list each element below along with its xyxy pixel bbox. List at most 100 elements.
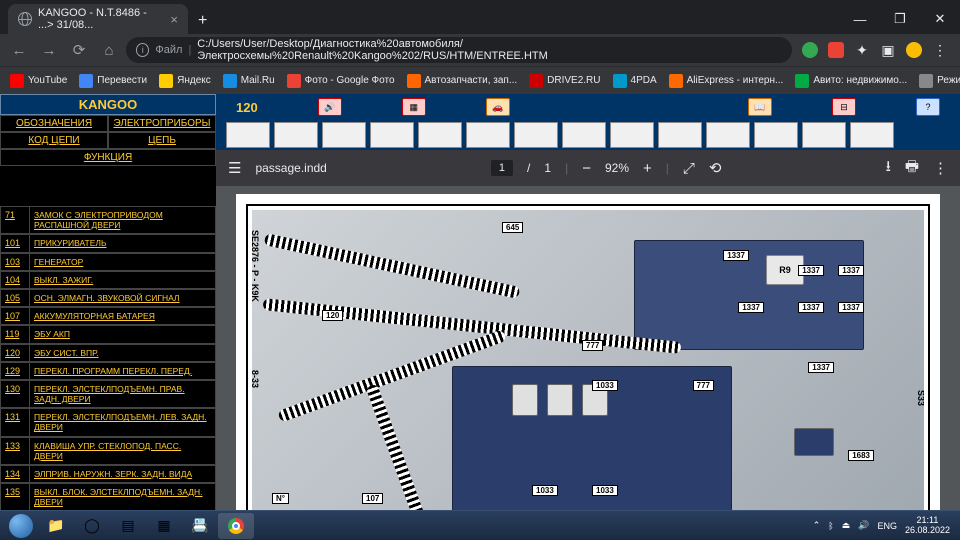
nav-forward-button[interactable]: → — [36, 37, 62, 63]
taskbar-app-icon[interactable]: ▤ — [110, 513, 146, 539]
sidebar-list-row[interactable]: 133КЛАВИША УПР. СТЕКЛОПОД. ПАСС. ДВЕРИ — [0, 437, 216, 465]
pdf-zoom-out-button[interactable]: − — [582, 160, 591, 177]
pdf-sidebar-toggle-icon[interactable]: ☰ — [228, 159, 241, 177]
sidebar-list-row[interactable]: 103ГЕНЕРАТОР — [0, 253, 216, 271]
bookmark-item[interactable]: DRIVE2.RU — [525, 74, 604, 88]
nav-back-button[interactable]: ← — [6, 37, 32, 63]
pdf-fit-page-icon[interactable]: ⤢ — [683, 160, 695, 177]
tray-language[interactable]: ENG — [877, 521, 897, 531]
extensions-menu-icon[interactable]: ✦ — [854, 42, 870, 58]
bookmark-item[interactable]: Яндекс — [155, 74, 215, 88]
sidebar-list-row[interactable]: 104ВЫКЛ. ЗАЖИГ. — [0, 271, 216, 289]
sidebar-list-row[interactable]: 134ЭЛПРИВ. НАРУЖН. ЗЕРК. ЗАДН. ВИДА — [0, 465, 216, 483]
page-thumbnail[interactable] — [370, 122, 414, 148]
tray-chevron-icon[interactable]: ⌃ — [813, 520, 821, 531]
row-title: КЛАВИША УПР. СТЕКЛОПОД. ПАСС. ДВЕРИ — [30, 437, 216, 465]
extension-icon[interactable] — [828, 42, 844, 58]
sidebar-list-row[interactable]: 71ЗАМОК С ЭЛЕКТРОПРИВОДОМ РАСПАШНОЙ ДВЕР… — [0, 206, 216, 234]
page-thumbnail[interactable] — [466, 122, 510, 148]
address-bar[interactable]: i Файл | C:/Users/User/Desktop/Диагности… — [126, 37, 792, 63]
connector — [512, 384, 538, 416]
menu-icon[interactable]: ⋮ — [932, 42, 948, 58]
pdf-rotate-icon[interactable]: ⟲ — [709, 159, 722, 177]
page-thumbnail[interactable] — [658, 122, 702, 148]
taskbar-app-icon[interactable]: 📇 — [182, 513, 218, 539]
bookmark-item[interactable]: Автозапчасти, зап... — [403, 74, 522, 88]
toolbar-icon[interactable]: 📖 — [748, 98, 772, 116]
bookmark-item[interactable]: Авито: недвижимо... — [791, 74, 911, 88]
bookmark-item[interactable]: YouTube — [6, 74, 71, 88]
bookmark-item[interactable]: AliExpress - интерн... — [665, 74, 788, 88]
bookmark-star-icon[interactable]: ▣ — [880, 42, 896, 58]
pdf-zoom-level: 92% — [605, 161, 629, 175]
new-tab-button[interactable]: + — [188, 12, 217, 34]
page-thumbnail[interactable] — [706, 122, 750, 148]
tray-eject-icon[interactable]: ⏏ — [842, 520, 851, 531]
sidebar-list-row[interactable]: 129ПЕРЕКЛ. ПРОГРАММ ПЕРЕКЛ. ПЕРЕД. — [0, 362, 216, 380]
toolbar-icon[interactable]: ⊟ — [832, 98, 856, 116]
extension-icon[interactable] — [802, 42, 818, 58]
toolbar-icon[interactable]: ▦ — [402, 98, 426, 116]
toolbar-help-icon[interactable]: ? — [916, 98, 940, 116]
pdf-zoom-in-button[interactable]: + — [643, 160, 652, 177]
row-number: 130 — [0, 380, 30, 408]
page-thumbnail[interactable] — [322, 122, 366, 148]
start-button[interactable] — [4, 513, 38, 539]
bookmark-item[interactable]: Mail.Ru — [219, 74, 279, 88]
taskbar-chrome-icon[interactable] — [218, 513, 254, 539]
page-thumbnail[interactable] — [418, 122, 462, 148]
site-info-icon[interactable]: i — [136, 43, 149, 57]
nav-home-button[interactable]: ⌂ — [96, 37, 122, 63]
tray-clock[interactable]: 21:11 26.08.2022 — [905, 516, 950, 536]
nav-function[interactable]: ФУНКЦИЯ — [0, 149, 216, 166]
toolbar-icon[interactable]: 🚗 — [486, 98, 510, 116]
toolbar-icon[interactable]: 🔊 — [318, 98, 342, 116]
sidebar-list-row[interactable]: 135ВЫКЛ. БЛОК. ЭЛСТЕКЛПОДЪЕМН. ЗАДН. ДВЕ… — [0, 483, 216, 511]
page-thumbnail[interactable] — [514, 122, 558, 148]
bookmark-item[interactable]: Режим прозвона -... — [915, 74, 960, 88]
nav-designations[interactable]: ОБОЗНАЧЕНИЯ — [0, 115, 108, 132]
sidebar-list-row[interactable]: 130ПЕРЕКЛ. ЭЛСТЕКЛПОДЪЕМН. ПРАВ. ЗАДН. Д… — [0, 380, 216, 408]
taskbar-app-icon[interactable]: ▦ — [146, 513, 182, 539]
taskbar-cortana-icon[interactable]: ◯ — [74, 513, 110, 539]
tray-bluetooth-icon[interactable]: ᛒ — [828, 521, 833, 531]
page-thumbnail[interactable] — [562, 122, 606, 148]
sidebar-list-row[interactable]: 105ОСН. ЭЛМАГН. ЗВУКОВОЙ СИГНАЛ — [0, 289, 216, 307]
window-minimize-button[interactable]: — — [840, 4, 880, 34]
tab-close-icon[interactable]: × — [170, 12, 178, 27]
window-maximize-button[interactable]: ❐ — [880, 4, 920, 34]
row-number: 105 — [0, 289, 30, 307]
pdf-page-current[interactable]: 1 — [491, 160, 513, 176]
sidebar-list-row[interactable]: 119ЭБУ АКП — [0, 325, 216, 343]
pdf-more-icon[interactable]: ⋮ — [933, 159, 948, 177]
page-thumbnail[interactable] — [802, 122, 846, 148]
sidebar-list-row[interactable]: 131ПЕРЕКЛ. ЭЛСТЕКЛПОДЪЕМН. ЛЕВ. ЗАДН. ДВ… — [0, 408, 216, 436]
pdf-filename: passage.indd — [255, 161, 326, 175]
window-close-button[interactable]: ✕ — [920, 4, 960, 34]
page-thumbnail[interactable] — [610, 122, 654, 148]
component-label: 1337 — [798, 302, 824, 313]
sidebar-list-row[interactable]: 107АККУМУЛЯТОРНАЯ БАТАРЕЯ — [0, 307, 216, 325]
bookmark-item[interactable]: 4PDA — [609, 74, 661, 88]
nav-circuit[interactable]: ЦЕПЬ — [108, 132, 216, 149]
component-label: 1033 — [592, 485, 618, 496]
nav-circuit-code[interactable]: КОД ЦЕПИ — [0, 132, 108, 149]
tray-volume-icon[interactable]: 🔊 — [858, 520, 869, 531]
profile-icon[interactable] — [906, 42, 922, 58]
nav-reload-button[interactable]: ⟳ — [66, 37, 92, 63]
bookmark-item[interactable]: Фото - Google Фото — [283, 74, 399, 88]
page-thumbnail[interactable] — [274, 122, 318, 148]
pdf-download-icon[interactable]: ⭳ — [886, 156, 891, 181]
sidebar-list-row[interactable]: 120ЭБУ СИСТ. ВПР. — [0, 344, 216, 362]
taskbar-explorer-icon[interactable]: 📁 — [38, 513, 74, 539]
pdf-page[interactable]: SE2876 - P - K9K 8-33 S33 R9 645 1337 — [236, 194, 940, 532]
browser-tab[interactable]: KANGOO - N.T.8486 - ...> 31/08... × — [8, 4, 188, 34]
url-text: C:/Users/User/Desktop/Диагностика%20авто… — [197, 38, 782, 62]
page-thumbnail[interactable] — [226, 122, 270, 148]
nav-electrics[interactable]: ЭЛЕКТРОПРИБОРЫ — [108, 115, 216, 132]
page-thumbnail[interactable] — [850, 122, 894, 148]
pdf-print-icon[interactable]: 🖶 — [905, 156, 919, 181]
page-thumbnail[interactable] — [754, 122, 798, 148]
sidebar-list-row[interactable]: 101ПРИКУРИВАТЕЛЬ — [0, 234, 216, 252]
bookmark-item[interactable]: Перевести — [75, 74, 151, 88]
